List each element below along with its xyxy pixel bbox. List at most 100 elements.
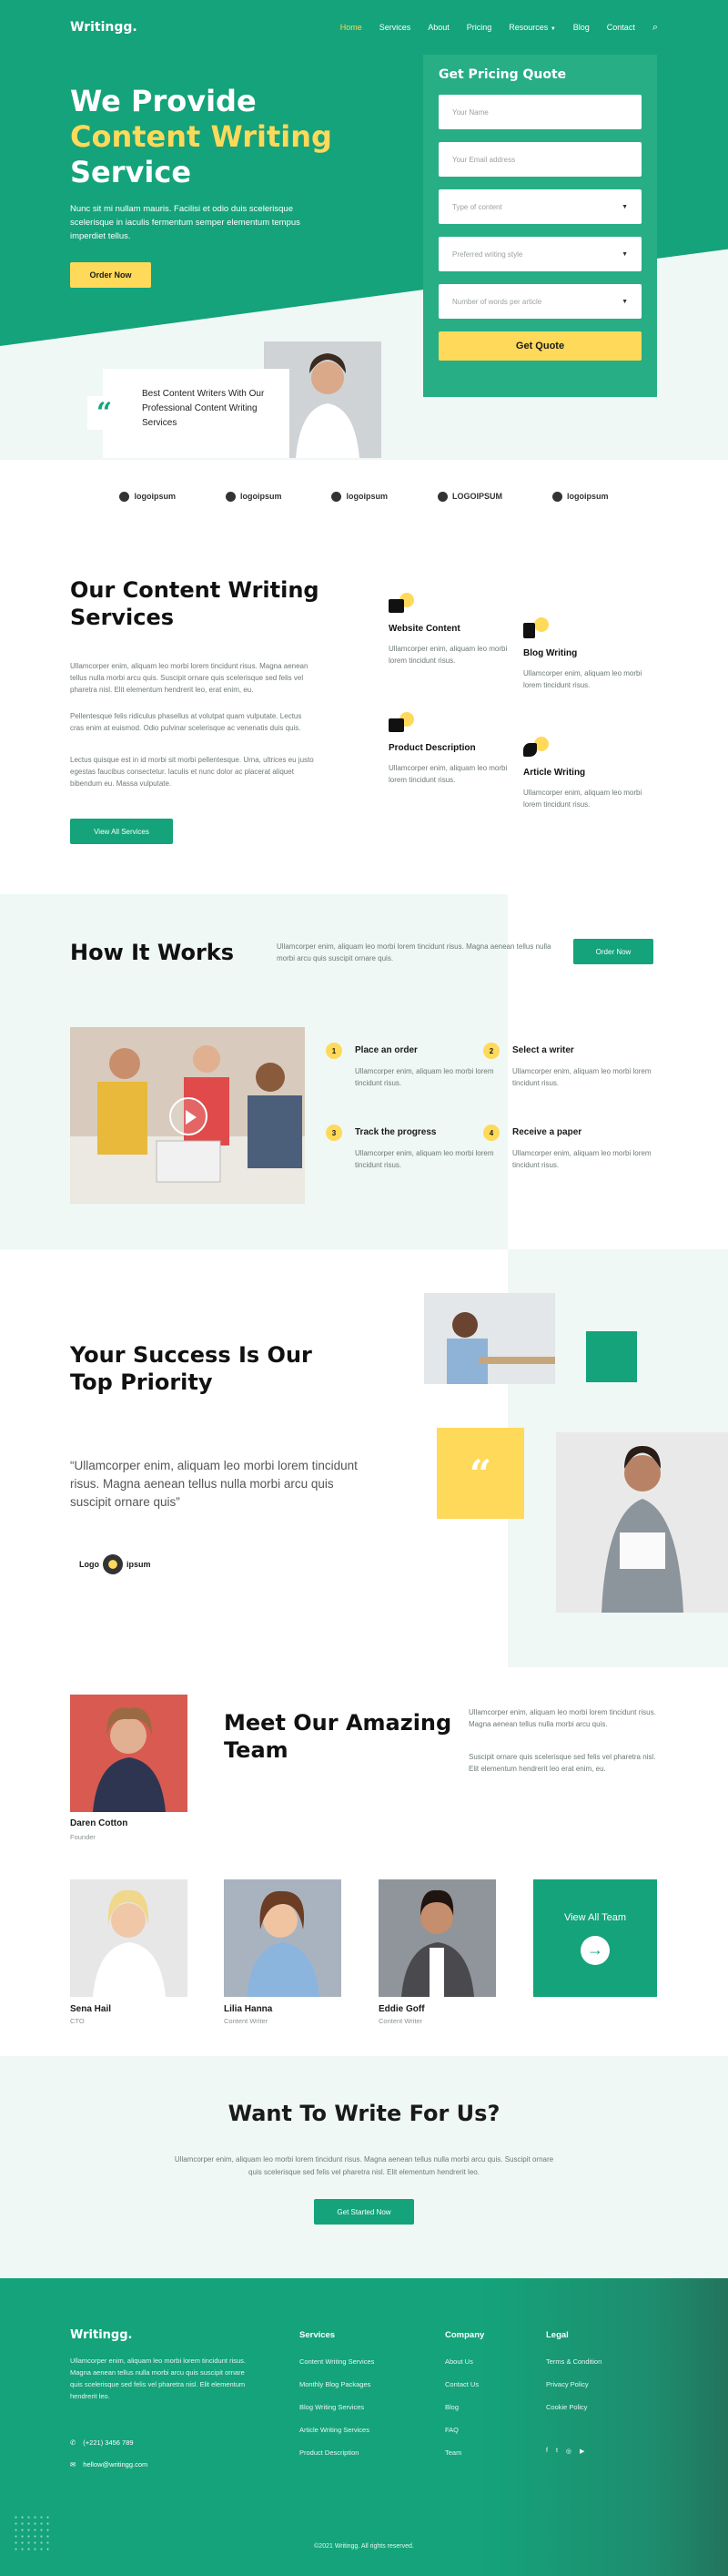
how-title: How It Works: [70, 940, 235, 965]
footer-link[interactable]: Blog: [445, 2403, 484, 2411]
decorative-green-square: [586, 1331, 637, 1382]
writing-style-value: Preferred writing style: [452, 249, 523, 259]
hero-order-button[interactable]: Order Now: [70, 262, 151, 288]
flower-logo-icon: [103, 1554, 123, 1574]
nav-links: Home Services About Pricing Resources ▼ …: [323, 22, 658, 34]
nav-resources-label: Resources: [509, 23, 549, 32]
team-member-photo[interactable]: [70, 1695, 187, 1812]
step-text: Ullamcorper enim, aliquam leo morbi lore…: [355, 1149, 494, 1169]
footer-phone[interactable]: ✆ (+221) 3456 789: [70, 2439, 134, 2447]
footer-link[interactable]: Content Writing Services: [299, 2357, 374, 2366]
view-all-services-button[interactable]: View All Services: [70, 819, 173, 844]
footer-link[interactable]: Product Description: [299, 2449, 374, 2457]
how-order-button[interactable]: Order Now: [573, 939, 653, 964]
caret-down-icon: ▼: [622, 203, 628, 210]
team-working-photo: [70, 1027, 305, 1204]
hero-section: Writingg. Home Services About Pricing Re…: [0, 0, 728, 460]
twitter-icon[interactable]: t: [556, 2448, 558, 2455]
team-member-role: Founder: [70, 1833, 96, 1841]
service-article-writing[interactable]: Article Writing Ullamcorper enim, aliqua…: [523, 737, 660, 810]
service-text: Ullamcorper enim, aliquam leo morbi lore…: [389, 764, 508, 784]
client-logo-text: logoipsum: [567, 492, 609, 501]
team-member-photo[interactable]: [379, 1879, 496, 1997]
services-title: Our Content Writing Services: [70, 576, 319, 631]
view-all-team-button[interactable]: View All Team →: [533, 1879, 657, 1997]
footer-link[interactable]: Team: [445, 2449, 484, 2457]
team-member-photo[interactable]: [224, 1879, 341, 1997]
search-icon[interactable]: ⌕: [652, 22, 658, 34]
name-input[interactable]: Your Name: [439, 95, 642, 129]
team-title: Meet Our Amazing Team: [224, 1709, 451, 1764]
instagram-icon[interactable]: ◎: [566, 2448, 571, 2455]
footer-link[interactable]: Monthly Blog Packages: [299, 2380, 374, 2388]
email-address: hellow@writingg.com: [83, 2460, 148, 2469]
service-text: Ullamcorper enim, aliquam leo morbi lore…: [523, 789, 642, 809]
youtube-icon[interactable]: ▶: [580, 2448, 584, 2455]
name-placeholder: Your Name: [452, 107, 489, 117]
step-text: Ullamcorper enim, aliquam leo morbi lore…: [512, 1149, 652, 1169]
writing-style-select[interactable]: Preferred writing style ▼: [439, 237, 642, 271]
footer-column-title: Services: [299, 2330, 336, 2340]
word-count-select[interactable]: Number of words per article ▼: [439, 284, 642, 319]
step-select-writer: 2 Select a writer Ullamcorper enim, aliq…: [483, 1043, 658, 1089]
team-paragraph: Suscipit ornare quis scelerisque sed fel…: [469, 1753, 656, 1773]
footer-link[interactable]: About Us: [445, 2357, 484, 2366]
content-type-select[interactable]: Type of content ▼: [439, 189, 642, 224]
main-nav: Writingg. Home Services About Pricing Re…: [0, 0, 728, 55]
footer-legal-column: Legal Terms & Condition Privacy Policy C…: [546, 2330, 602, 2426]
team-member-role: Content Writer: [224, 2017, 268, 2025]
step-number: 4: [483, 1125, 500, 1141]
arrow-right-icon: →: [581, 1935, 610, 1965]
email-input[interactable]: Your Email address: [439, 142, 642, 177]
step-title: Track the progress: [355, 1127, 437, 1137]
services-section: Our Content Writing Services Ullamcorper …: [0, 533, 728, 894]
service-product-description[interactable]: Product Description Ullamcorper enim, al…: [389, 712, 525, 786]
team-title-line1: Meet Our Amazing: [224, 1710, 452, 1736]
team-member-name: Eddie Goff: [379, 2004, 425, 2014]
footer-logo[interactable]: Writingg.: [70, 2328, 132, 2342]
content-type-value: Type of content: [452, 202, 502, 211]
word-count-value: Number of words per article: [452, 297, 542, 306]
client-logo: LOGOIPSUM: [437, 491, 502, 502]
logo-text-b: ipsum: [126, 1560, 151, 1569]
play-video-icon[interactable]: [169, 1097, 207, 1135]
team-member-photo[interactable]: [70, 1879, 187, 1997]
get-quote-button[interactable]: Get Quote: [439, 331, 642, 361]
nav-home[interactable]: Home: [340, 23, 362, 32]
get-started-button[interactable]: Get Started Now: [314, 2199, 414, 2225]
document-icon: [523, 617, 549, 641]
pricing-quote-form: Get Pricing Quote Your Name Your Email a…: [423, 55, 657, 397]
footer-link[interactable]: Blog Writing Services: [299, 2403, 374, 2411]
write-title: Want To Write For Us?: [228, 2101, 500, 2126]
success-section: Your Success Is Our Top Priority “Ullamco…: [0, 1249, 728, 1667]
footer-email[interactable]: ✉ hellow@writingg.com: [70, 2460, 147, 2469]
footer-link[interactable]: FAQ: [445, 2426, 484, 2434]
footer-link[interactable]: Privacy Policy: [546, 2380, 602, 2388]
nav-pricing[interactable]: Pricing: [467, 23, 492, 32]
hero-feature-card: “ Best Content Writers With Our Professi…: [87, 369, 289, 458]
nav-contact[interactable]: Contact: [607, 23, 635, 32]
step-text: Ullamcorper enim, aliquam leo morbi lore…: [512, 1067, 652, 1087]
step-title: Place an order: [355, 1045, 418, 1055]
nav-resources[interactable]: Resources ▼: [509, 23, 556, 32]
footer-link[interactable]: Terms & Condition: [546, 2357, 602, 2366]
step-track-progress: 3 Track the progress Ullamcorper enim, a…: [326, 1125, 500, 1171]
footer-column-title: Legal: [546, 2330, 569, 2340]
footer-link[interactable]: Contact Us: [445, 2380, 484, 2388]
footer-link[interactable]: Article Writing Services: [299, 2426, 374, 2434]
team-member-role: Content Writer: [379, 2017, 423, 2025]
facebook-icon[interactable]: f: [546, 2448, 548, 2455]
nav-about[interactable]: About: [428, 23, 450, 32]
footer-link[interactable]: Cookie Policy: [546, 2403, 602, 2411]
client-logo: logoipsum: [225, 491, 281, 502]
testimonial-quote: “Ullamcorper enim, aliquam leo morbi lor…: [70, 1459, 358, 1509]
service-website-content[interactable]: Website Content Ullamcorper enim, aliqua…: [389, 593, 525, 667]
store-icon: [389, 712, 414, 736]
nav-services[interactable]: Services: [379, 23, 411, 32]
service-blog-writing[interactable]: Blog Writing Ullamcorper enim, aliquam l…: [523, 617, 660, 691]
nav-blog[interactable]: Blog: [573, 23, 590, 32]
chevron-down-icon: ▼: [550, 26, 556, 32]
site-logo[interactable]: Writingg.: [70, 20, 137, 35]
logo-mark-icon: [437, 491, 448, 502]
hero-title: We Provide Content Writing Service: [70, 84, 332, 190]
